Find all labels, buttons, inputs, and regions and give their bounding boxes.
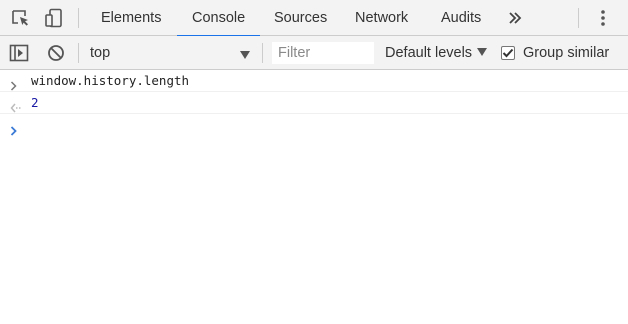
- console-toolbar: top Default levels Group similar: [0, 36, 628, 70]
- inspect-element-icon[interactable]: [10, 8, 32, 28]
- group-similar-toggle[interactable]: Group similar: [501, 36, 609, 70]
- dropdown-arrow-icon: [477, 45, 488, 61]
- tab-elements[interactable]: Elements: [101, 0, 161, 36]
- execution-context-select[interactable]: top: [90, 36, 256, 70]
- console-result-value: 2: [31, 95, 39, 110]
- group-similar-checkbox[interactable]: [501, 46, 515, 60]
- more-options-icon[interactable]: [592, 8, 614, 28]
- chevron-double-right-icon[interactable]: [504, 8, 526, 28]
- clear-console-icon[interactable]: [45, 43, 67, 63]
- toolbar-divider: [262, 43, 263, 63]
- devtools-tabbar: Elements Console Sources Network Audits: [0, 0, 628, 37]
- device-toolbar-icon[interactable]: [43, 8, 65, 28]
- tab-console[interactable]: Console: [177, 0, 261, 37]
- toolbar-divider: [78, 8, 79, 28]
- tab-sources[interactable]: Sources: [274, 0, 327, 36]
- console-output: window.history.length 2: [0, 70, 628, 138]
- console-input-text: window.history.length: [31, 73, 190, 88]
- show-sidebar-icon[interactable]: [8, 43, 30, 63]
- dropdown-arrow-icon: [240, 48, 250, 64]
- log-levels-dropdown[interactable]: Default levels: [385, 36, 488, 70]
- toolbar-divider: [78, 43, 79, 63]
- console-input-line: window.history.length: [0, 70, 628, 92]
- console-result-line: 2: [0, 92, 628, 114]
- tab-network[interactable]: Network: [355, 0, 408, 36]
- tab-audits[interactable]: Audits: [441, 0, 481, 36]
- log-levels-label: Default levels: [385, 45, 473, 61]
- execution-context-value: top: [90, 45, 111, 61]
- group-similar-label: Group similar: [523, 45, 610, 61]
- toolbar-divider: [578, 8, 579, 28]
- prompt-chevron-icon: [10, 121, 18, 143]
- console-prompt[interactable]: [0, 114, 628, 138]
- filter-input[interactable]: [272, 42, 374, 64]
